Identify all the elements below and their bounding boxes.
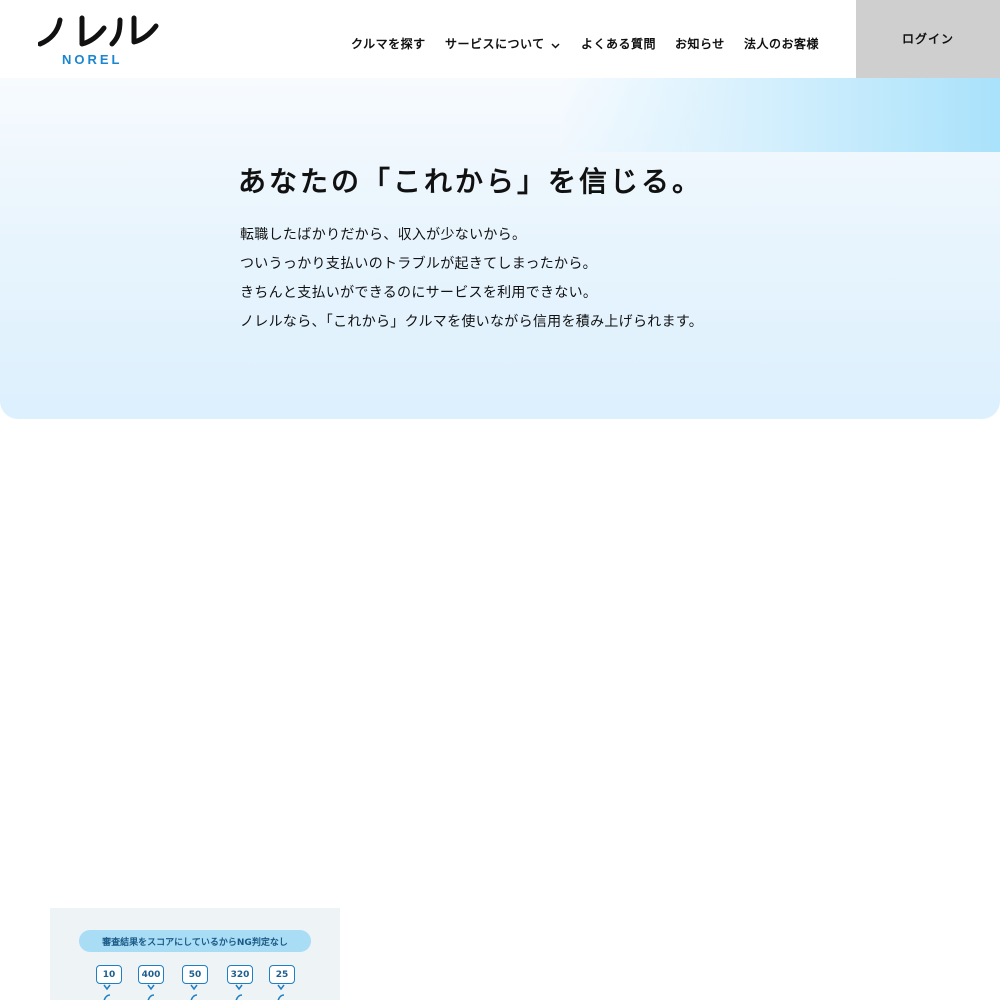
score-bubble: 320 (227, 965, 253, 984)
hero-line: きちんと支払いができるのにサービスを利用できない。 (240, 285, 598, 301)
nav-about-service-label: サービスについて (445, 37, 545, 51)
hero-line: 転職したばかりだから、収入が少ないから。 (240, 227, 527, 243)
nav-news[interactable]: お知らせ (675, 36, 725, 52)
score-value: 10 (102, 969, 116, 980)
nav-corporate[interactable]: 法人のお客様 (744, 36, 819, 52)
nav-find-car[interactable]: クルマを探す (351, 36, 426, 52)
chevron-down-icon (551, 37, 560, 53)
nav-faq[interactable]: よくある質問 (581, 36, 656, 52)
score-bubble: 25 (269, 965, 295, 984)
score-illustration-card: 審査結果をスコアにしているからNG判定なし 10 400 50 320 25 (50, 908, 340, 1000)
score-value: 25 (275, 969, 289, 980)
score-value: 400 (141, 969, 161, 980)
score-pill: 審査結果をスコアにしているからNG判定なし (79, 930, 311, 952)
score-value: 320 (230, 969, 250, 980)
score-tail-icon (277, 984, 285, 1000)
score-bubble: 50 (182, 965, 208, 984)
login-label: ログイン (901, 31, 954, 46)
score-bubble: 400 (138, 965, 164, 984)
score-tail-icon (190, 984, 198, 1000)
score-tail-icon (147, 984, 155, 1000)
site-header: NOREL クルマを探す サービスについて よくある質問 お知らせ 法人のお客様… (0, 0, 1000, 78)
hero-text: 転職したばかりだから、収入が少ないから。 ついうっかり支払いのトラブルが起きてし… (240, 221, 703, 337)
hero-section: あなたの「これから」を信じる。 転職したばかりだから、収入が少ないから。 ついう… (0, 78, 1000, 419)
score-row: 10 400 50 320 25 (50, 965, 340, 1000)
score-bubble: 10 (96, 965, 122, 984)
hero-gradient-band (560, 78, 1000, 152)
logo-wordmark-icon (37, 15, 159, 47)
score-tail-icon (103, 984, 111, 1000)
hero-line: ノレルなら、「これから」クルマを使いながら信用を積み上げられます。 (240, 314, 704, 330)
nav-about-service[interactable]: サービスについて (445, 36, 560, 53)
hero-title: あなたの「これから」を信じる。 (238, 165, 704, 198)
hero-line: ついうっかり支払いのトラブルが起きてしまったから。 (240, 256, 597, 272)
score-value: 50 (188, 969, 202, 980)
score-tail-icon (235, 984, 243, 1000)
logo-subtext: NOREL (62, 52, 123, 67)
login-button[interactable]: ログイン (856, 0, 1000, 78)
score-pill-text: 審査結果をスコアにしているからNG判定なし (102, 937, 288, 948)
